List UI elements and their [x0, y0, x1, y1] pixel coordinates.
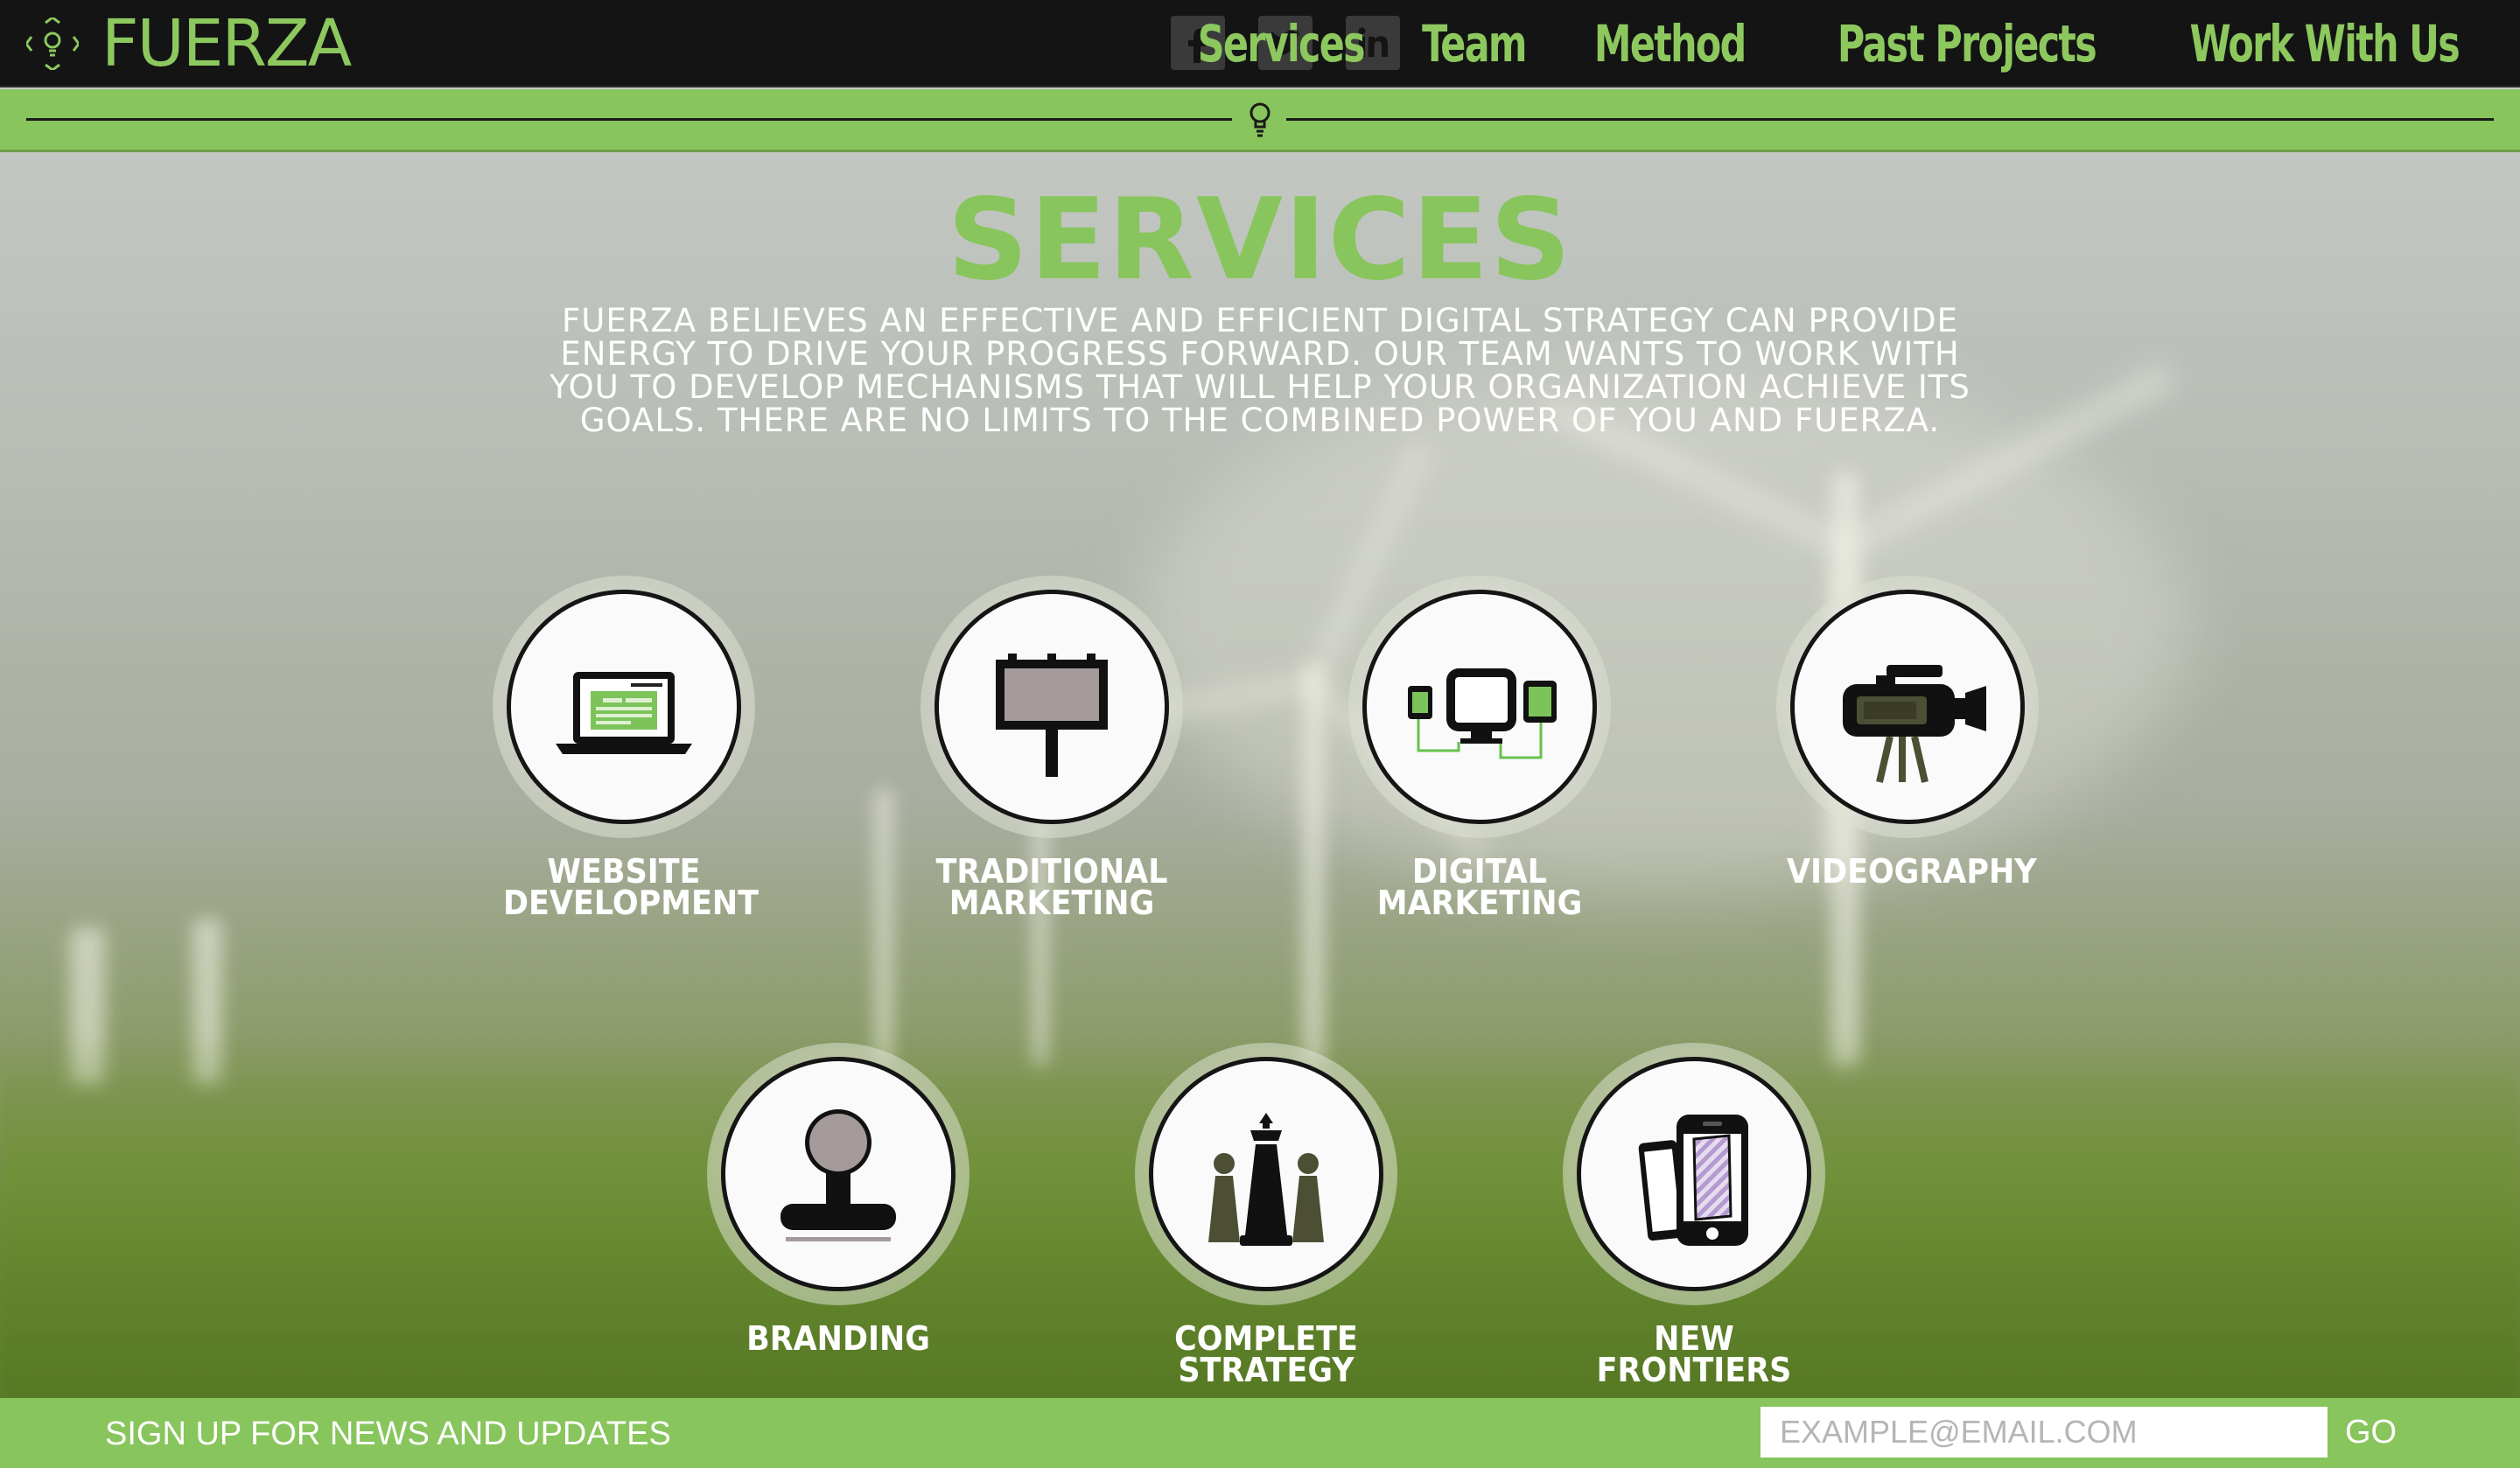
service-videography[interactable]: Videography: [1776, 576, 2039, 891]
service-label: Branding: [746, 1319, 930, 1358]
nav-services[interactable]: Services: [1198, 14, 1366, 73]
logo[interactable]: FUERZA: [26, 6, 352, 81]
go-button[interactable]: GO: [2345, 1414, 2397, 1451]
service-complete-strategy[interactable]: Complete Strategy: [1135, 1043, 1397, 1389]
devices-icon: [1408, 668, 1557, 759]
service-new-frontiers[interactable]: New Frontiers: [1563, 1043, 1825, 1389]
service-label: New Frontiers: [1596, 1319, 1792, 1389]
service-label: Traditional Marketing: [935, 852, 1168, 922]
divider-line-right: [1286, 118, 2494, 121]
service-label: Website Development: [503, 852, 759, 922]
service-branding[interactable]: Branding: [707, 1043, 970, 1358]
laptop-icon: [556, 672, 692, 754]
top-navigation-bar: FUERZA Services Team Method Past Project…: [0, 0, 2520, 87]
logo-text: FUERZA: [102, 6, 352, 81]
lightbulb-icon: [1250, 102, 1270, 137]
newsletter-label: Sign up for news and updates: [105, 1416, 671, 1452]
page-title: Services: [947, 175, 1573, 305]
email-input[interactable]: [1760, 1407, 2328, 1458]
nav-past-projects[interactable]: Past Projects: [1838, 14, 2097, 73]
service-traditional-marketing[interactable]: Traditional Marketing: [920, 576, 1183, 919]
video-camera-icon: [1843, 665, 1986, 783]
smartphone-icon: [1638, 1115, 1748, 1246]
service-digital-marketing[interactable]: Digital Marketing: [1348, 576, 1611, 919]
chess-icon: [1208, 1113, 1324, 1246]
nav-team[interactable]: Team: [1422, 14, 1527, 73]
service-website-development[interactable]: Website Development: [493, 576, 759, 922]
intro-paragraph: Fuerza believes an effective and efficie…: [550, 302, 1970, 439]
fuerza-logo-icon: [26, 17, 79, 70]
stamp-icon: [780, 1109, 896, 1241]
service-label: Digital Marketing: [1376, 852, 1583, 922]
nav-work-with-us[interactable]: Work With Us: [2189, 14, 2460, 73]
newsletter-footer: Sign up for news and updates GO: [0, 1398, 2520, 1468]
billboard-icon: [996, 654, 1108, 777]
service-label: Complete Strategy: [1174, 1319, 1358, 1389]
divider-line-left: [26, 118, 1232, 121]
nav-method[interactable]: Method: [1594, 14, 1746, 73]
accent-divider-bar: [0, 89, 2520, 152]
main-nav: Services Team Method Past Projects Work …: [1161, 10, 2460, 77]
service-label: Videography: [1787, 852, 2037, 891]
